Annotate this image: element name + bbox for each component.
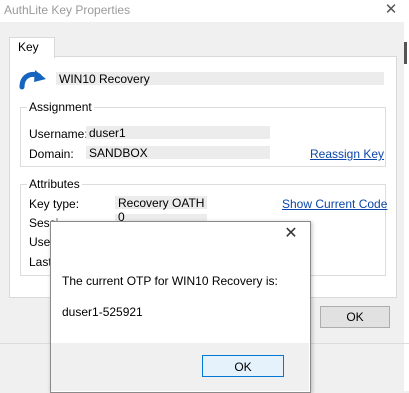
message-box-close-button[interactable]: ✕ <box>282 225 300 243</box>
show-current-code-link[interactable]: Show Current Code <box>282 197 387 211</box>
domain-label: Domain: <box>29 147 74 161</box>
message-box-ok-button[interactable]: OK <box>202 355 284 377</box>
ok-button[interactable]: OK <box>320 306 390 328</box>
last-label-partial: Last <box>29 255 52 269</box>
use-label-partial: Use <box>29 235 51 249</box>
recovery-arrow-icon <box>19 70 46 90</box>
domain-value: SANDBOX <box>89 146 148 160</box>
keytype-label: Key type: <box>29 197 80 211</box>
key-name: WIN10 Recovery <box>59 72 150 86</box>
reassign-key-link[interactable]: Reassign Key <box>310 147 384 161</box>
keytype-value: Recovery OATH <box>118 196 205 210</box>
attributes-group-title: Attributes <box>27 177 82 191</box>
sessions-field-partial <box>115 214 207 221</box>
assignment-group-title: Assignment <box>27 100 94 114</box>
window-title: AuthLite Key Properties <box>4 3 131 17</box>
username-value: duser1 <box>89 126 126 140</box>
window-close-button[interactable]: ✕ <box>381 1 401 19</box>
background-window-edge <box>404 0 409 391</box>
username-label: Username: <box>29 127 88 141</box>
otp-message-text: The current OTP for WIN10 Recovery is: <box>62 274 278 288</box>
otp-code-text: duser1-525921 <box>62 305 143 319</box>
tab-key-label: Key <box>18 40 39 54</box>
